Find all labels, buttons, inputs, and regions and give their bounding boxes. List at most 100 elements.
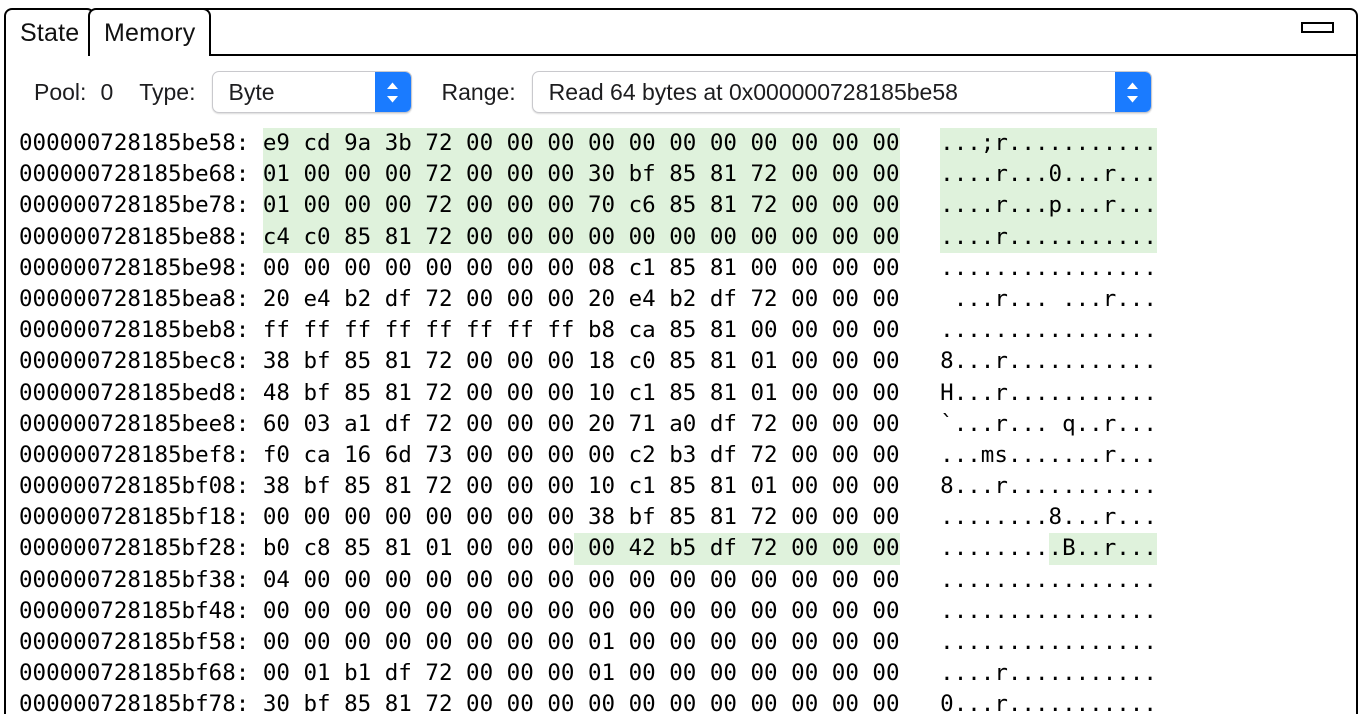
hex-row-address: 000000728185bf08: <box>19 473 263 500</box>
hex-row-ascii: .B..r... <box>1048 533 1157 565</box>
hex-row-ascii: ................ <box>940 629 1157 655</box>
hex-row-address: 000000728185bec8: <box>19 348 263 375</box>
hex-row-ascii: ........ <box>940 535 1049 562</box>
hex-row-address: 000000728185bf58: <box>19 629 263 655</box>
hex-row-gap <box>900 440 941 471</box>
chevron-up-down-icon[interactable] <box>374 72 411 112</box>
hex-row-bytes: f0 ca 16 6d 73 00 00 00 00 c2 b3 df 72 0… <box>262 441 900 468</box>
hex-row-ascii: ...ms.......r... <box>940 441 1157 468</box>
hex-row[interactable]: 000000728185bf18: 00 00 00 00 00 00 00 0… <box>19 502 1356 533</box>
hex-row-address: 000000728185bf28: <box>19 535 263 562</box>
hex-row-address: 000000728185bf38: <box>19 566 263 593</box>
hex-row-address: 000000728185bf48: <box>19 597 263 624</box>
hex-row-bytes: 38 bf 85 81 72 00 00 00 10 c1 85 81 01 0… <box>262 473 900 500</box>
hex-row-address: 000000728185bf68: <box>19 660 263 687</box>
hex-row-ascii: ....r...p...r... <box>940 190 1157 222</box>
hex-row-ascii: ...r... ...r... <box>940 285 1157 312</box>
hex-row-address: 000000728185bf18: <box>19 504 263 531</box>
hex-row-ascii: ....r........... <box>940 660 1157 687</box>
hex-row[interactable]: 000000728185bf58: 00 00 00 00 00 00 00 0… <box>19 627 1356 658</box>
hex-row-bytes: 48 bf 85 81 72 00 00 00 10 c1 85 81 01 0… <box>262 379 900 406</box>
tab-state-label: State <box>20 18 80 47</box>
hex-row[interactable]: 000000728185be88: c4 c0 85 81 72 00 00 0… <box>19 221 1356 253</box>
hex-row-ascii: ...;r........... <box>940 128 1157 160</box>
hex-row-address: 000000728185be68: <box>19 161 263 188</box>
hex-row-bytes: 20 e4 b2 df 72 00 00 00 20 e4 b2 df 72 0… <box>262 285 900 312</box>
hex-row[interactable]: 000000728185be58: e9 cd 9a 3b 72 00 00 0… <box>19 128 1356 160</box>
hex-row-address: 000000728185bef8: <box>19 441 263 468</box>
hex-row-bytes: 00 00 00 00 00 00 00 00 38 bf 85 81 72 0… <box>262 504 900 531</box>
hex-row-ascii: ................ <box>940 566 1157 593</box>
hex-row-bytes: 38 bf 85 81 72 00 00 00 18 c0 85 81 01 0… <box>262 348 900 375</box>
hex-row-gap <box>900 253 941 284</box>
hex-row-bytes: 00 01 b1 df 72 00 00 00 01 00 00 00 00 0… <box>262 660 900 687</box>
hex-row[interactable]: 000000728185bf48: 00 00 00 00 00 00 00 0… <box>19 596 1356 627</box>
type-label: Type: <box>139 78 196 105</box>
hex-row[interactable]: 000000728185bf28: b0 c8 85 81 01 00 00 0… <box>19 533 1356 565</box>
hex-row-bytes: 00 42 b5 df 72 00 00 00 <box>574 533 900 565</box>
chevron-up-down-icon[interactable] <box>1114 72 1151 112</box>
hex-row-address: 000000728185be98: <box>19 254 263 281</box>
memory-toolbar: Pool: 0 Type: Byte Range: Read 64 bytes … <box>6 56 1356 128</box>
hex-row-ascii: ................ <box>940 597 1157 624</box>
hex-row-gap <box>900 689 941 714</box>
hex-row[interactable]: 000000728185bf78: 30 bf 85 81 72 00 00 0… <box>19 689 1356 714</box>
hex-row-gap <box>900 284 941 315</box>
hex-row[interactable]: 000000728185bef8: f0 ca 16 6d 73 00 00 0… <box>19 440 1356 471</box>
hex-row-gap <box>900 222 941 253</box>
hex-row-gap <box>900 596 941 627</box>
tab-memory[interactable]: Memory <box>88 8 212 56</box>
hex-row-ascii: ................ <box>940 317 1157 344</box>
hex-row[interactable]: 000000728185bed8: 48 bf 85 81 72 00 00 0… <box>19 378 1356 409</box>
hex-row-ascii: ....r........... <box>940 221 1157 253</box>
hex-row-ascii: ........8...r... <box>940 504 1157 531</box>
tab-bar-rail <box>196 8 1358 56</box>
hex-row-gap <box>900 627 941 658</box>
hex-row-bytes: 04 00 00 00 00 00 00 00 00 00 00 00 00 0… <box>262 566 900 593</box>
hex-row-gap <box>900 346 941 377</box>
type-select[interactable]: Byte <box>211 71 412 113</box>
hex-dump[interactable]: 000000728185be58: e9 cd 9a 3b 72 00 00 0… <box>6 128 1356 714</box>
hex-row[interactable]: 000000728185beb8: ff ff ff ff ff ff ff f… <box>19 315 1356 346</box>
hex-row-gap <box>900 128 941 159</box>
hex-row-address: 000000728185bed8: <box>19 379 263 406</box>
hex-row-bytes: 00 00 00 00 00 00 00 00 01 00 00 00 00 0… <box>262 629 900 655</box>
hex-row-bytes: c4 c0 85 81 72 00 00 00 00 00 00 00 00 0… <box>262 221 900 253</box>
hex-row-address: 000000728185be58: <box>19 130 263 156</box>
hex-row-gap <box>900 190 941 221</box>
hex-row-ascii: ................ <box>940 254 1157 281</box>
minimize-icon[interactable] <box>1301 22 1334 33</box>
hex-row-gap <box>900 159 941 190</box>
pool-value: 0 <box>100 78 114 105</box>
tab-memory-label: Memory <box>104 18 196 47</box>
range-label: Range: <box>441 78 516 105</box>
hex-row-address: 000000728185bf78: <box>19 691 263 714</box>
hex-row[interactable]: 000000728185bee8: 60 03 a1 df 72 00 00 0… <box>19 409 1356 440</box>
hex-row-bytes: 00 00 00 00 00 00 00 00 00 00 00 00 00 0… <box>262 597 900 624</box>
hex-row[interactable]: 000000728185bf68: 00 01 b1 df 72 00 00 0… <box>19 658 1356 689</box>
hex-row[interactable]: 000000728185bea8: 20 e4 b2 df 72 00 00 0… <box>19 284 1356 315</box>
tab-state[interactable]: State <box>4 8 96 56</box>
hex-row-gap <box>900 409 941 440</box>
pool-label: Pool: <box>34 78 87 105</box>
hex-row-address: 000000728185bea8: <box>19 285 263 312</box>
hex-row-ascii: 8...r........... <box>940 348 1157 375</box>
hex-row-ascii: `...r... q..r... <box>940 410 1157 437</box>
hex-row[interactable]: 000000728185bec8: 38 bf 85 81 72 00 00 0… <box>19 346 1356 377</box>
active-tab-underline-mask <box>90 52 198 58</box>
hex-row-bytes: 30 bf 85 81 72 00 00 00 00 00 00 00 00 0… <box>262 691 900 714</box>
hex-row[interactable]: 000000728185bf38: 04 00 00 00 00 00 00 0… <box>19 565 1356 596</box>
hex-row-address: 000000728185be78: <box>19 192 263 219</box>
hex-row-bytes: ff ff ff ff ff ff ff ff b8 ca 85 81 00 0… <box>262 317 900 344</box>
hex-row-gap <box>900 315 941 346</box>
range-select[interactable]: Read 64 bytes at 0x000000728185be58 <box>531 71 1152 113</box>
hex-row[interactable]: 000000728185be98: 00 00 00 00 00 00 00 0… <box>19 253 1356 284</box>
range-select-value: Read 64 bytes at 0x000000728185be58 <box>548 78 958 105</box>
hex-row[interactable]: 000000728185be78: 01 00 00 00 72 00 00 0… <box>19 190 1356 222</box>
hex-row[interactable]: 000000728185bf08: 38 bf 85 81 72 00 00 0… <box>19 471 1356 502</box>
memory-panel: Pool: 0 Type: Byte Range: Read 64 bytes … <box>4 54 1358 714</box>
type-select-value: Byte <box>228 78 275 105</box>
hex-row[interactable]: 000000728185be68: 01 00 00 00 72 00 00 0… <box>19 159 1356 191</box>
tab-bar: State Memory <box>0 0 1362 58</box>
hex-row-ascii: H...r........... <box>940 379 1157 406</box>
